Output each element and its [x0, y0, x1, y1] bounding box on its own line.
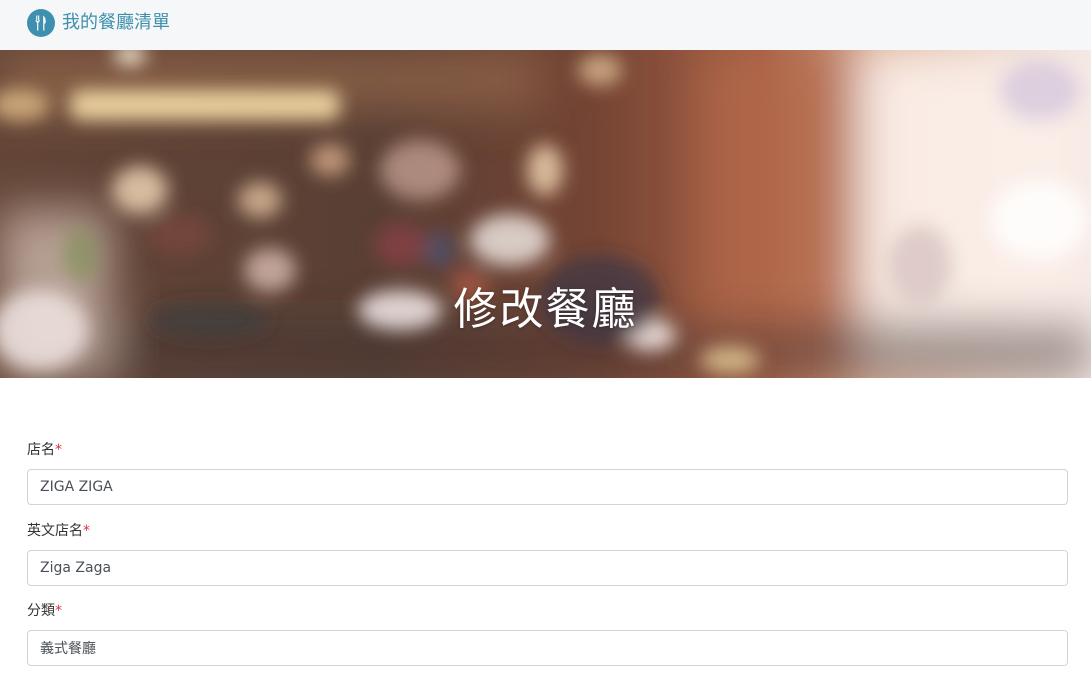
fork-knife-icon	[27, 9, 55, 37]
page-title: 修改餐廳	[453, 284, 638, 335]
required-mark: *	[55, 603, 62, 619]
name-label: 店名*	[27, 438, 1068, 469]
brand-text: 我的餐廳清單	[62, 12, 170, 33]
name-en-label-text: 英文店名	[27, 523, 83, 539]
name-label-text: 店名	[27, 442, 55, 458]
form-group-name-en: 英文店名*	[27, 519, 1068, 599]
name-en-input[interactable]	[27, 550, 1068, 586]
navbar: 我的餐廳清單	[0, 0, 1091, 50]
category-label: 分類*	[27, 599, 1068, 630]
required-mark: *	[83, 523, 90, 539]
required-mark: *	[55, 442, 62, 458]
category-input[interactable]	[27, 630, 1068, 666]
name-input[interactable]	[27, 469, 1068, 505]
form-group-category: 分類*	[27, 599, 1068, 680]
hero-banner: 修改餐廳	[0, 50, 1091, 378]
name-en-label: 英文店名*	[27, 519, 1068, 550]
brand-link[interactable]: 我的餐廳清單	[27, 9, 170, 37]
restaurant-edit-form: 店名* 英文店名* 分類*	[27, 438, 1068, 680]
form-group-name: 店名*	[27, 438, 1068, 519]
category-label-text: 分類	[27, 603, 55, 619]
